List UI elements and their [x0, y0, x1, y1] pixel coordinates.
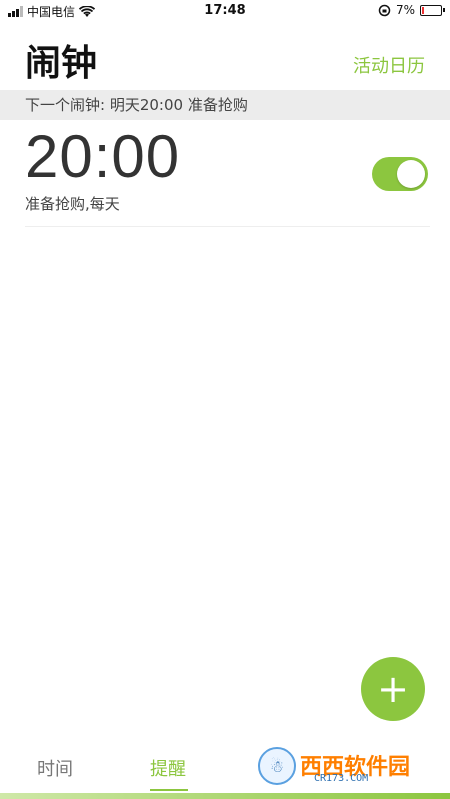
- tab-time[interactable]: 时间: [37, 755, 73, 781]
- tab-reminder[interactable]: 提醒: [150, 755, 186, 781]
- page-title: 闹钟: [25, 43, 98, 84]
- plus-icon: +: [377, 667, 409, 711]
- battery-level: [422, 6, 424, 14]
- bottom-green-strip: [0, 793, 450, 799]
- header: 闹钟 活动日历: [0, 30, 450, 86]
- alarm-label: 准备抢购,每天: [25, 195, 120, 213]
- status-right: 7%: [378, 3, 445, 17]
- toggle-knob: [397, 160, 425, 188]
- watermark-emblem-icon: ☃: [258, 747, 296, 785]
- watermark-logo: ☃ 西西软件园 CR173.COM: [258, 747, 430, 787]
- calendar-link[interactable]: 活动日历: [353, 52, 425, 78]
- alarm-toggle[interactable]: [372, 157, 428, 191]
- alarm-time: 20:00: [25, 123, 181, 190]
- rotation-lock-icon: [378, 4, 391, 16]
- status-bar: 中国电信 17:48 7%: [0, 0, 450, 22]
- add-alarm-button[interactable]: +: [361, 657, 425, 721]
- active-tab-indicator: [150, 789, 188, 791]
- alarm-row[interactable]: 20:00 准备抢购,每天: [25, 122, 430, 227]
- next-alarm-text: 下一个闹钟: 明天20:00 准备抢购: [25, 96, 248, 114]
- battery-percent: 7%: [395, 3, 415, 17]
- next-alarm-bar: 下一个闹钟: 明天20:00 准备抢购: [0, 90, 450, 120]
- watermark-subtext: CR173.COM: [314, 773, 369, 784]
- battery-icon: [420, 4, 445, 16]
